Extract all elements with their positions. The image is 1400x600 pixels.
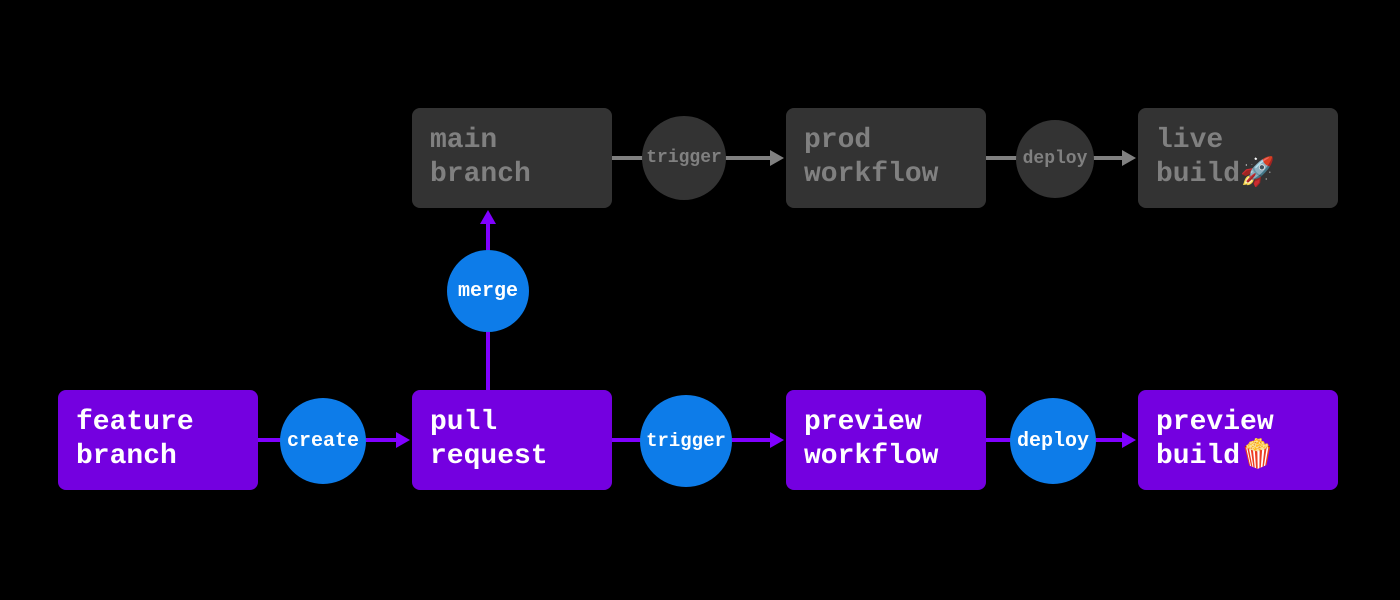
- arrow-merge-head: [480, 210, 496, 224]
- feature-branch-label: feature branch: [76, 406, 194, 473]
- prod-workflow-node: prod workflow: [786, 108, 986, 208]
- arrow-trigger-prod-head: [770, 150, 784, 166]
- arrow-deploy-prod-head: [1122, 150, 1136, 166]
- merge-label: merge: [458, 280, 518, 303]
- preview-build-label: preview build🍿: [1156, 406, 1275, 473]
- deploy-preview-label: deploy: [1017, 430, 1089, 453]
- main-branch-node: main branch: [412, 108, 612, 208]
- create-label: create: [287, 430, 359, 453]
- main-branch-label: main branch: [430, 124, 531, 191]
- preview-workflow-label: preview workflow: [804, 406, 938, 473]
- deploy-prod-edge: deploy: [1016, 120, 1094, 198]
- prod-workflow-label: prod workflow: [804, 124, 938, 191]
- pull-request-label: pull request: [430, 406, 548, 473]
- trigger-preview-label: trigger: [646, 430, 726, 452]
- merge-edge: merge: [447, 250, 529, 332]
- arrow-deploy-preview-head: [1122, 432, 1136, 448]
- live-build-label: live build🚀: [1156, 124, 1275, 191]
- preview-build-node: preview build🍿: [1138, 390, 1338, 490]
- create-edge: create: [280, 398, 366, 484]
- trigger-preview-edge: trigger: [640, 395, 732, 487]
- trigger-prod-edge: trigger: [642, 116, 726, 200]
- arrow-trigger-preview-head: [770, 432, 784, 448]
- pull-request-node: pull request: [412, 390, 612, 490]
- live-build-node: live build🚀: [1138, 108, 1338, 208]
- preview-workflow-node: preview workflow: [786, 390, 986, 490]
- deploy-prod-label: deploy: [1023, 149, 1088, 169]
- arrow-create-head: [396, 432, 410, 448]
- deploy-preview-edge: deploy: [1010, 398, 1096, 484]
- trigger-prod-label: trigger: [646, 148, 722, 168]
- feature-branch-node: feature branch: [58, 390, 258, 490]
